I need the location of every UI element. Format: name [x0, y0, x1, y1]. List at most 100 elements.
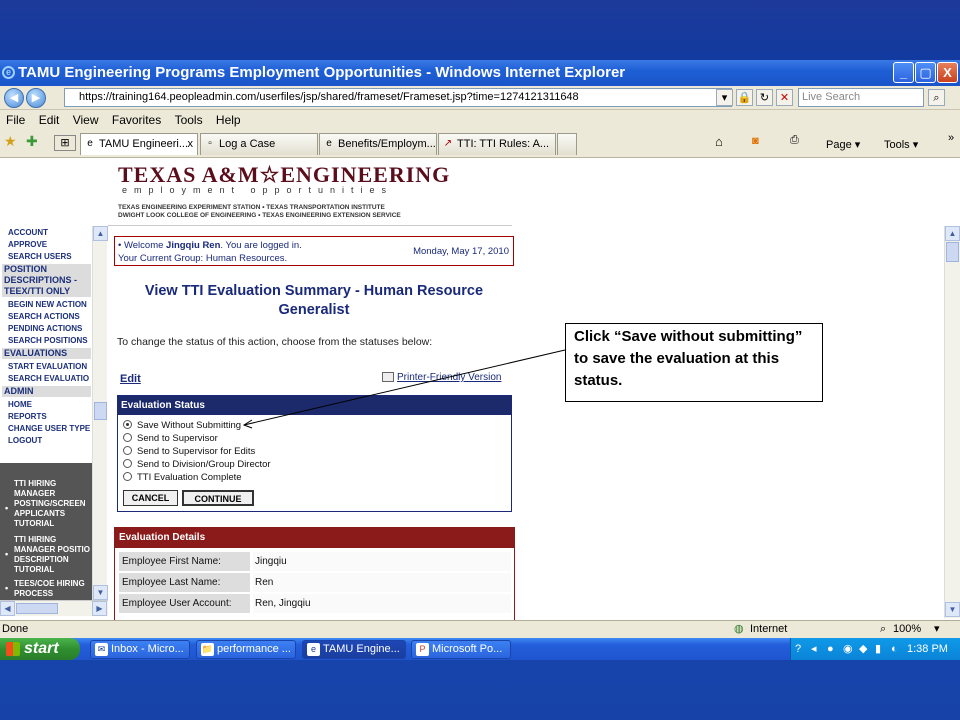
sidebar-item-search-positions[interactable]: SEARCH POSITIONS	[8, 336, 88, 345]
address-dropdown-icon[interactable]: ▾	[716, 89, 733, 106]
edit-link[interactable]: Edit	[120, 373, 141, 385]
printer-friendly-label: Printer-Friendly Version	[397, 372, 502, 383]
menu-edit[interactable]: Edit	[39, 113, 60, 127]
scroll-thumb[interactable]	[94, 402, 107, 420]
sidebar-item-account[interactable]: ACCOUNT	[8, 228, 48, 237]
windows-flag-icon	[6, 642, 20, 656]
tutorial-link-posting[interactable]: TTI HIRING MANAGER POSTING/SCREEN APPLIC…	[14, 479, 92, 529]
table-row: Employee User Account: Ren, Jingqiu	[119, 594, 511, 613]
add-favorites-icon[interactable]: ✚	[26, 133, 38, 150]
antivirus-icon[interactable]: ◆	[859, 638, 867, 660]
sidebar-item-logout[interactable]: LOGOUT	[8, 436, 42, 445]
radio-selected-icon[interactable]	[123, 420, 132, 429]
sidebar-item-search-users[interactable]: SEARCH USERS	[8, 252, 72, 261]
scroll-right-icon[interactable]: ▶	[92, 601, 107, 616]
tutorials-panel: • TTI HIRING MANAGER POSTING/SCREEN APPL…	[0, 463, 92, 600]
taskbar-item-inbox[interactable]: ✉ Inbox - Micro...	[90, 640, 190, 659]
radio-save-without-submitting[interactable]: Save Without Submitting	[123, 420, 241, 432]
print-icon[interactable]: ⎙	[790, 134, 799, 147]
stop-icon[interactable]: ✕	[776, 89, 793, 106]
radio-send-to-director[interactable]: Send to Division/Group Director	[123, 459, 271, 471]
sidebar-item-change-user-type[interactable]: CHANGE USER TYPE	[8, 424, 90, 433]
zoom-level[interactable]: 100%	[893, 621, 921, 638]
tab-log-a-case[interactable]: ▫ Log a Case	[200, 133, 318, 155]
scroll-left-icon[interactable]: ◀	[0, 601, 15, 616]
taskbar-item-performance[interactable]: 📁 performance ...	[196, 640, 296, 659]
maximize-button[interactable]: ▢	[915, 62, 936, 83]
tab-benefits[interactable]: e Benefits/Employm...	[319, 133, 437, 155]
home-icon[interactable]: ⌂	[715, 134, 723, 149]
sidebar-item-start-evaluation[interactable]: START EVALUATION	[8, 362, 92, 371]
network-icon[interactable]: ●	[827, 638, 834, 660]
printer-friendly-link[interactable]: Printer-Friendly Version	[382, 372, 501, 383]
sidebar-hscrollbar[interactable]: ◀ ▶	[0, 600, 108, 616]
menu-help[interactable]: Help	[216, 113, 241, 127]
menu-file[interactable]: File	[6, 113, 25, 127]
update-icon[interactable]: ◐	[891, 638, 898, 660]
continue-button[interactable]: CONTINUE	[182, 490, 254, 506]
clock: 1:38 PM	[907, 643, 948, 655]
toolbar-overflow[interactable]: »	[948, 132, 954, 144]
search-icon[interactable]: ⌕	[928, 89, 945, 106]
tools-menu[interactable]: Tools ▾	[884, 138, 918, 151]
volume-icon[interactable]: ◉	[843, 638, 853, 660]
scroll-down-icon[interactable]: ▼	[93, 585, 108, 600]
radio-send-to-supervisor-for-edits[interactable]: Send to Supervisor for Edits	[123, 446, 255, 458]
sidebar-item-reports[interactable]: REPORTS	[8, 412, 47, 421]
favorites-star-icon[interactable]: ★	[4, 133, 17, 150]
radio-icon[interactable]	[123, 446, 132, 455]
tutorial-link-position[interactable]: TTI HIRING MANAGER POSITIO DESCRIPTION T…	[14, 535, 92, 575]
tab-close-icon[interactable]: x	[188, 134, 194, 154]
scroll-up-icon[interactable]: ▲	[93, 226, 108, 241]
close-window-button[interactable]: X	[937, 62, 958, 83]
forward-button[interactable]: ▶	[26, 88, 46, 108]
bullet-icon: •	[5, 503, 9, 513]
page-icon: e	[326, 138, 332, 149]
tab-tti-rules[interactable]: ↗ TTI: TTI Rules: A...	[438, 133, 556, 155]
lock-icon[interactable]: 🔒	[736, 89, 753, 106]
radio-evaluation-complete[interactable]: TTI Evaluation Complete	[123, 472, 242, 484]
zoom-dropdown-icon[interactable]: ▾	[934, 621, 940, 638]
sidebar-item-search-actions[interactable]: SEARCH ACTIONS	[8, 312, 80, 321]
new-tab-button[interactable]	[557, 133, 577, 155]
refresh-icon[interactable]: ↻	[756, 89, 773, 106]
taskbar-label: performance ...	[217, 643, 291, 655]
shield-icon[interactable]: ▮	[875, 638, 881, 660]
menu-favorites[interactable]: Favorites	[112, 113, 161, 127]
sidebar-item-home[interactable]: HOME	[8, 400, 32, 409]
sidebar-scrollbar[interactable]: ▲ ▼	[92, 226, 108, 600]
start-label: start	[24, 640, 59, 657]
quick-tabs-icon[interactable]: ⊞	[54, 135, 76, 151]
sidebar-item-approve[interactable]: APPROVE	[8, 240, 47, 249]
radio-send-to-supervisor[interactable]: Send to Supervisor	[123, 433, 218, 445]
taskbar-item-powerpoint[interactable]: P Microsoft Po...	[411, 640, 511, 659]
menu-tools[interactable]: Tools	[175, 113, 203, 127]
feeds-icon[interactable]: ◙	[752, 135, 759, 147]
address-input[interactable]: https://training164.peopleadmin.com/user…	[64, 88, 732, 107]
radio-label: Send to Supervisor for Edits	[137, 446, 256, 457]
tutorial-link-hiring-process[interactable]: TEES/COE HIRING PROCESS	[14, 579, 92, 599]
search-input[interactable]: Live Search	[798, 88, 924, 107]
radio-icon[interactable]	[123, 459, 132, 468]
scroll-down-icon[interactable]: ▼	[945, 602, 960, 617]
back-button[interactable]: ◀	[4, 88, 24, 108]
menu-view[interactable]: View	[73, 113, 99, 127]
taskbar-item-tamu[interactable]: e TAMU Engine...	[302, 640, 406, 659]
radio-icon[interactable]	[123, 472, 132, 481]
radio-icon[interactable]	[123, 433, 132, 442]
start-button[interactable]: start	[0, 638, 80, 660]
page-scrollbar[interactable]: ▲ ▼	[944, 226, 960, 618]
sidebar-item-begin-new-action[interactable]: BEGIN NEW ACTION	[8, 300, 87, 309]
hscroll-thumb[interactable]	[16, 603, 58, 614]
scroll-up-icon[interactable]: ▲	[945, 226, 960, 241]
scroll-thumb[interactable]	[946, 242, 959, 262]
zoom-icon[interactable]: ⌕	[880, 621, 886, 638]
page-menu[interactable]: Page ▾	[826, 138, 860, 151]
sidebar-item-pending-actions[interactable]: PENDING ACTIONS	[8, 324, 82, 333]
tray-arrow-icon[interactable]: ◂	[811, 638, 817, 660]
sidebar-item-search-evaluations[interactable]: SEARCH EVALUATIO	[8, 374, 92, 383]
help-icon[interactable]: ?	[795, 638, 801, 660]
minimize-button[interactable]: _	[893, 62, 914, 83]
tab-tamu[interactable]: e TAMU Engineeri... x	[80, 133, 198, 155]
cancel-button[interactable]: CANCEL	[123, 490, 178, 506]
